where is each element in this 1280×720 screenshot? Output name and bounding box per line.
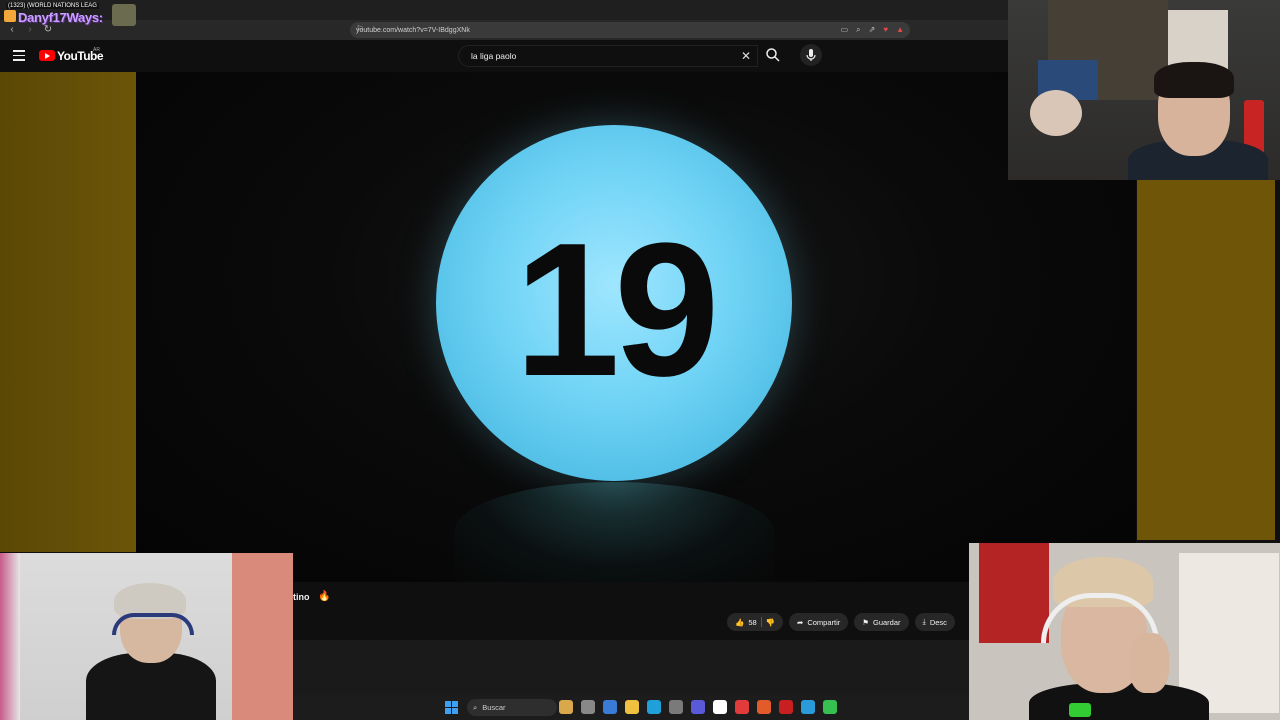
- webcam-top-right: [1008, 0, 1280, 180]
- taskbar-app-icon[interactable]: [779, 700, 793, 714]
- ball-reflection: [454, 482, 774, 582]
- clear-search-icon[interactable]: ✕: [741, 49, 751, 63]
- bookmark-icon[interactable]: ⚐: [356, 24, 364, 35]
- video-player[interactable]: 19: [136, 72, 1136, 582]
- like-count[interactable]: 58: [748, 618, 756, 627]
- description-area: [293, 640, 969, 695]
- share-arrow-icon: ➦: [797, 617, 804, 627]
- like-dislike-group: 👍 58 👎: [727, 613, 784, 631]
- taskbar-app-icon[interactable]: [647, 700, 661, 714]
- taskbar-app-icon[interactable]: [603, 700, 617, 714]
- divider: [760, 617, 762, 627]
- video-actions: 👍 58 👎 ➦ Compartir ⚑ Guardar ⤓ Desc: [727, 613, 955, 631]
- search-value: la liga paolo: [471, 51, 517, 61]
- taskbar-app-icon[interactable]: [713, 700, 727, 714]
- video-title-partial[interactable]: tino: [293, 592, 310, 602]
- taskbar-app-icon[interactable]: [757, 700, 771, 714]
- cam-person-hair: [1154, 62, 1234, 98]
- share-icon[interactable]: ⇗: [869, 25, 876, 35]
- taskbar-app-icon[interactable]: [823, 700, 837, 714]
- download-label: Desc: [929, 617, 947, 627]
- overlay-avatar: [112, 4, 136, 26]
- cam-green-object: [1069, 703, 1091, 717]
- forward-icon[interactable]: ›: [24, 24, 36, 36]
- browser-tabbar: [0, 0, 1008, 20]
- share-label: Compartir: [807, 617, 841, 627]
- taskbar-search-label: Buscar: [482, 703, 506, 712]
- taskbar-app-icon[interactable]: [691, 700, 705, 714]
- taskbar-app-icon[interactable]: [801, 700, 815, 714]
- search-input[interactable]: la liga paolo: [458, 45, 758, 67]
- cam-person-hand: [1129, 633, 1169, 693]
- mic-icon[interactable]: [800, 44, 822, 66]
- windows-start-icon[interactable]: [445, 701, 458, 714]
- cam-person-hand: [1030, 90, 1082, 136]
- taskbar-app-icon[interactable]: [669, 700, 683, 714]
- windows-taskbar: ⌕ Buscar: [293, 695, 969, 720]
- download-icon: ⤓: [922, 617, 926, 626]
- address-bar[interactable]: youtube.com/watch?v=7V-IBdggXNk ▭ ⌕ ⇗ ♥ …: [350, 22, 910, 38]
- save-label: Guardar: [873, 617, 901, 627]
- menu-icon[interactable]: [13, 50, 25, 61]
- download-button[interactable]: ⤓ Desc: [914, 613, 955, 631]
- overlay-badge-icon: [4, 10, 16, 22]
- taskbar-app-icon[interactable]: [625, 700, 639, 714]
- search-icon[interactable]: [765, 47, 781, 63]
- video-ambient-left: [0, 72, 136, 552]
- taskbar-app-icon[interactable]: [581, 700, 595, 714]
- number-ball: 19: [436, 125, 792, 481]
- address-text: youtube.com/watch?v=7V-IBdggXNk: [356, 26, 470, 34]
- fire-icon: 🔥: [318, 591, 331, 602]
- webcam-bottom-left: [0, 553, 293, 720]
- thumbs-up-icon[interactable]: 👍: [735, 618, 744, 627]
- browser-toolbar: ‹ › ↻ youtube.com/watch?v=7V-IBdggXNk ▭ …: [0, 20, 1008, 40]
- ball-number: 19: [514, 204, 719, 416]
- taskbar-app-icon[interactable]: [559, 700, 573, 714]
- cam-left-edge: [0, 553, 20, 720]
- save-button[interactable]: ⚑ Guardar: [854, 613, 909, 631]
- youtube-header: YouTube AR la liga paolo ✕: [0, 40, 1008, 72]
- headphones-icon: [112, 613, 194, 635]
- streamer-name: Danyf17Ways:: [18, 10, 103, 25]
- install-icon[interactable]: ▭: [841, 25, 849, 35]
- bookmark-save-icon: ⚑: [862, 617, 869, 627]
- taskbar-search[interactable]: ⌕ Buscar: [467, 699, 557, 716]
- taskbar-search-icon: ⌕: [473, 702, 478, 712]
- zoom-icon[interactable]: ⌕: [856, 25, 860, 35]
- video-info: [293, 582, 969, 640]
- screen: ‹ › ↻ youtube.com/watch?v=7V-IBdggXNk ▭ …: [0, 0, 1280, 720]
- video-ambient-right: [1137, 180, 1275, 540]
- tab-title[interactable]: (1323) (WORLD NATIONS LEAG: [6, 3, 99, 9]
- share-button[interactable]: ➦ Compartir: [789, 613, 849, 631]
- taskbar-app-icon[interactable]: [735, 700, 749, 714]
- extension-icon[interactable]: ♥: [883, 25, 888, 35]
- cam-person-body: [86, 653, 216, 720]
- taskbar-apps: [559, 700, 837, 714]
- thumbs-down-icon[interactable]: 👎: [766, 618, 775, 627]
- region-code: AR: [93, 47, 100, 53]
- cam-door: [232, 553, 293, 720]
- webcam-bottom-right: [969, 543, 1280, 720]
- cam-hanging-shirt: [979, 543, 1049, 643]
- youtube-logo-icon[interactable]: [39, 50, 55, 61]
- warning-icon[interactable]: ▲: [896, 25, 904, 35]
- back-icon[interactable]: ‹: [6, 24, 18, 36]
- cam-shelf: [1179, 553, 1279, 713]
- reload-icon[interactable]: ↻: [42, 24, 54, 36]
